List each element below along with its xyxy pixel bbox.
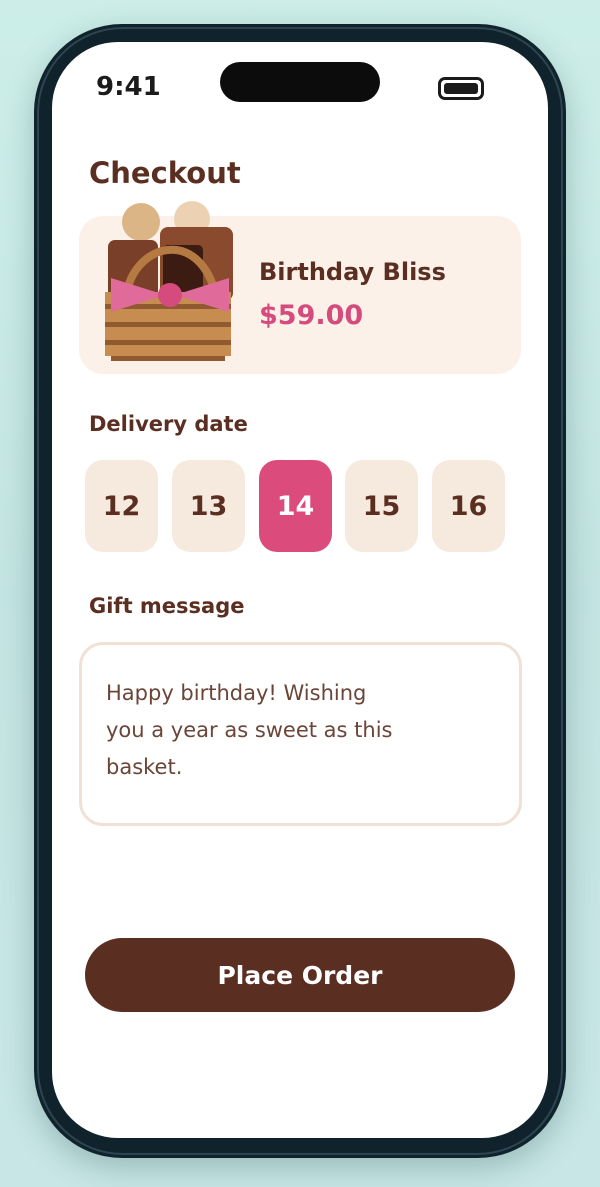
place-order-button[interactable]: Place Order [85, 938, 515, 1012]
status-time: 9:41 [96, 72, 161, 102]
battery-icon [438, 77, 484, 100]
delivery-date-label: Delivery date [89, 412, 248, 436]
app-screen: 9:41 Checkout Birthday Bliss $59.00 Deli… [52, 42, 548, 1138]
date-option-13[interactable]: 13 [172, 460, 245, 552]
date-option-14-selected[interactable]: 14 [259, 460, 332, 552]
gift-message-label: Gift message [89, 594, 245, 618]
product-name: Birthday Bliss [259, 258, 446, 286]
dynamic-island [220, 62, 380, 102]
product-price: $59.00 [259, 300, 364, 331]
gift-message-text: Happy birthday! Wishing you a year as sw… [106, 681, 393, 779]
gift-basket-icon [105, 201, 233, 361]
date-option-15[interactable]: 15 [345, 460, 418, 552]
date-option-16[interactable]: 16 [432, 460, 505, 552]
gift-message-field[interactable]: Happy birthday! Wishing you a year as sw… [79, 642, 522, 826]
page-title: Checkout [89, 156, 241, 190]
date-option-12[interactable]: 12 [85, 460, 158, 552]
